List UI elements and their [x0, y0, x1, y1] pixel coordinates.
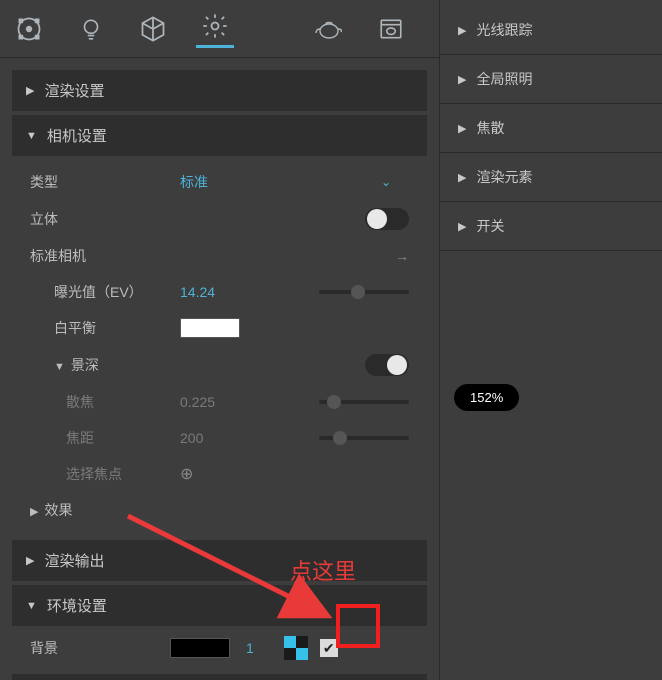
- group-render-output[interactable]: ▶ 渲染输出: [12, 540, 427, 581]
- zoom-level-badge: 152%: [454, 384, 519, 411]
- stereo-label: 立体: [30, 209, 180, 229]
- defocus-slider[interactable]: [319, 400, 409, 404]
- chevron-right-icon: ▶: [458, 171, 466, 184]
- ev-label: 曝光值（EV）: [30, 282, 180, 302]
- row-wb: 白平衡: [12, 310, 427, 346]
- right-item-switch[interactable]: ▶ 开关: [440, 206, 662, 246]
- right-item-label: 开关: [476, 216, 504, 236]
- row-pick-focus[interactable]: 选择焦点 ⊕: [12, 456, 427, 492]
- right-panel: ▶ 光线跟踪 ▶ 全局照明 ▶ 焦散 ▶ 渲染元素 ▶ 开关 152%: [440, 0, 662, 680]
- standard-camera-label: 标准相机: [30, 246, 180, 266]
- gear-icon[interactable]: [196, 10, 234, 48]
- defocus-value[interactable]: 0.225: [180, 394, 260, 410]
- target-icon[interactable]: [10, 10, 48, 48]
- bg-color-swatch[interactable]: [170, 638, 230, 658]
- settings-content: ▶ 渲染设置 ▼ 相机设置 类型 标准 ⌄ 立体: [0, 58, 439, 680]
- chevron-right-icon: ▶: [458, 73, 466, 86]
- group-label: 渲染输出: [44, 550, 104, 571]
- group-env-override[interactable]: ▼ 环境覆盖: [12, 674, 427, 680]
- ev-slider[interactable]: [319, 290, 409, 294]
- right-item-label: 光线跟踪: [476, 20, 532, 40]
- row-background: 背景 1 ✔: [12, 626, 427, 670]
- wb-color-swatch[interactable]: [180, 318, 240, 338]
- bulb-icon[interactable]: [72, 10, 110, 48]
- row-standard-camera: 标准相机 →: [12, 238, 427, 274]
- dof-label: ▼景深: [30, 355, 180, 375]
- chevron-down-icon: ▼: [26, 130, 37, 142]
- stereo-toggle[interactable]: [365, 208, 409, 230]
- arrow-right-icon: →: [395, 248, 409, 264]
- group-label: 环境设置: [47, 595, 107, 616]
- camera-settings-body: 类型 标准 ⌄ 立体 标准相机 → 曝光值（EV） 14.24: [12, 156, 427, 536]
- row-defocus: 散焦 0.225: [12, 384, 427, 420]
- bg-texture-button[interactable]: [284, 636, 308, 660]
- teapot-icon[interactable]: [310, 10, 348, 48]
- right-item-raytrace[interactable]: ▶ 光线跟踪: [440, 10, 662, 50]
- toolbar: [0, 0, 439, 58]
- group-label: 相机设置: [47, 125, 107, 146]
- render-window-icon[interactable]: [372, 10, 410, 48]
- defocus-label: 散焦: [30, 392, 180, 412]
- right-item-caustics[interactable]: ▶ 焦散: [440, 108, 662, 148]
- row-focal: 焦距 200: [12, 420, 427, 456]
- crosshair-icon[interactable]: ⊕: [180, 464, 193, 484]
- cube-icon[interactable]: [134, 10, 172, 48]
- right-item-label: 焦散: [476, 118, 504, 138]
- group-render-settings[interactable]: ▶ 渲染设置: [12, 70, 427, 111]
- pick-focus-label: 选择焦点: [30, 464, 180, 484]
- bg-enable-checkbox[interactable]: ✔: [320, 639, 338, 657]
- right-item-label: 渲染元素: [476, 167, 532, 187]
- focal-label: 焦距: [30, 428, 180, 448]
- chevron-right-icon: ▶: [30, 506, 38, 518]
- right-item-label: 全局照明: [476, 69, 532, 89]
- group-environment-settings[interactable]: ▼ 环境设置: [12, 585, 427, 626]
- chevron-right-icon: ▶: [458, 220, 466, 233]
- row-ev: 曝光值（EV） 14.24: [12, 274, 427, 310]
- bg-label: 背景: [30, 638, 170, 658]
- group-label: 渲染设置: [44, 80, 104, 101]
- dof-toggle[interactable]: [365, 354, 409, 376]
- chevron-right-icon: ▶: [26, 84, 34, 97]
- row-stereo: 立体: [12, 200, 427, 238]
- row-effects[interactable]: ▶效果: [12, 492, 427, 528]
- row-dof[interactable]: ▼景深: [12, 346, 427, 384]
- type-label: 类型: [30, 172, 180, 192]
- focal-slider[interactable]: [319, 436, 409, 440]
- effects-label: ▶效果: [30, 500, 180, 520]
- dropdown-caret-icon: ⌄: [381, 175, 409, 189]
- chevron-down-icon: ▼: [26, 600, 37, 612]
- bg-num[interactable]: 1: [246, 640, 254, 656]
- ev-value[interactable]: 14.24: [180, 284, 260, 300]
- chevron-right-icon: ▶: [26, 554, 34, 567]
- chevron-right-icon: ▶: [458, 122, 466, 135]
- focal-value[interactable]: 200: [180, 430, 260, 446]
- chevron-down-icon: ▼: [54, 361, 65, 373]
- left-panel: ▶ 渲染设置 ▼ 相机设置 类型 标准 ⌄ 立体: [0, 0, 440, 680]
- chevron-right-icon: ▶: [458, 24, 466, 37]
- group-camera-settings[interactable]: ▼ 相机设置: [12, 115, 427, 156]
- wb-label: 白平衡: [30, 318, 180, 338]
- right-item-gi[interactable]: ▶ 全局照明: [440, 59, 662, 99]
- type-value: 标准: [180, 172, 260, 192]
- row-type[interactable]: 类型 标准 ⌄: [12, 164, 427, 200]
- right-item-elements[interactable]: ▶ 渲染元素: [440, 157, 662, 197]
